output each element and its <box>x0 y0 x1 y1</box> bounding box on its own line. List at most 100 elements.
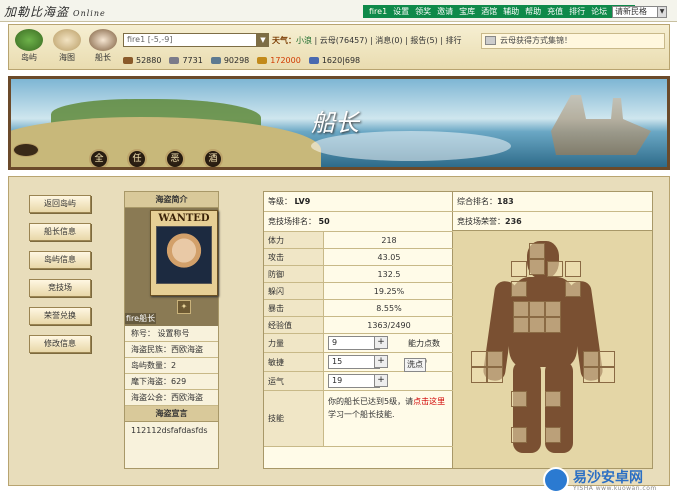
server-select-value: 请新民格 <box>615 7 647 16</box>
sidebar-return-island[interactable]: 返回岛屿 <box>29 195 91 213</box>
stat-label: 暴击 <box>264 300 324 316</box>
pirate-profile-title: 海盗简介 <box>125 192 218 208</box>
stat-label: 躲闪 <box>264 283 324 299</box>
equip-slot-chest-5[interactable] <box>529 317 545 333</box>
top-nav-invite[interactable]: 邀请 <box>434 6 456 17</box>
equip-slot-hand-right-4[interactable] <box>599 367 615 383</box>
strength-input[interactable]: 9 <box>328 336 380 350</box>
resource-iron-value: 7731 <box>182 55 203 65</box>
skill-row: 技能 你的船长已达到5级，请点击这里学习一个船长技能. <box>264 391 454 447</box>
watermark-logo-icon <box>543 467 569 493</box>
reset-points-button[interactable]: 洗点 <box>404 358 426 372</box>
top-nav-help[interactable]: 帮助 <box>522 6 544 17</box>
site-logo[interactable]: 加勒比海盗 Online <box>4 3 106 20</box>
learn-skill-link[interactable]: 点击这里 <box>413 397 445 406</box>
chevron-down-icon[interactable]: ▼ <box>257 33 269 47</box>
equip-slot-hand-right-1[interactable] <box>583 351 599 367</box>
notice-banner[interactable]: 云母获得方式集锦！ <box>481 33 665 49</box>
level-row: 等级： LV9 <box>264 192 454 212</box>
agility-input[interactable]: 15 <box>328 355 380 369</box>
captain-name: fire船长 <box>125 313 157 324</box>
equip-slot-chest-3[interactable] <box>545 301 561 317</box>
equip-slot-leg-right-2[interactable] <box>545 427 561 443</box>
equip-slot-extra[interactable] <box>565 261 581 277</box>
strength-plus-button[interactable]: + <box>374 336 388 349</box>
arena-rank-label: 竞技场排名： <box>268 217 316 226</box>
equip-slot-hand-left-2[interactable] <box>487 351 503 367</box>
stat-value: 132.5 <box>377 269 401 279</box>
equip-slot-shoulder-right[interactable] <box>547 261 563 277</box>
equip-slot-hand-left-4[interactable] <box>487 367 503 383</box>
ship-wheel-icon[interactable]: ✦ <box>177 300 191 314</box>
reports-link[interactable]: 报告(5) <box>410 36 437 45</box>
equip-slot-chest-6[interactable] <box>545 317 561 333</box>
game-header: 岛屿 海图 船长 fire1 [-5,-9] ▼ 天气：小浪 | 云母(7645… <box>8 24 670 70</box>
stat-row-critical: 暴击 8.55% <box>264 300 454 317</box>
equip-slot-chest-4[interactable] <box>513 317 529 333</box>
site-watermark: 易沙安卓网 YISHA www.kuowan.com <box>543 467 671 497</box>
banner-button-task[interactable]: 任 <box>127 149 147 167</box>
messages-link[interactable]: 消息(0) <box>375 36 402 45</box>
equip-slot-hand-right-3[interactable] <box>583 367 599 383</box>
equip-slot-hand-left-3[interactable] <box>471 367 487 383</box>
equip-slot-leg-left-1[interactable] <box>511 391 527 407</box>
sidebar-arena[interactable]: 竞技场 <box>29 279 91 297</box>
chevron-down-icon[interactable]: ▼ <box>657 7 666 17</box>
equipment-panel <box>453 231 653 469</box>
equip-slot-hand-right-2[interactable] <box>599 351 615 367</box>
island-select-value: fire1 [-5,-9] <box>127 35 173 44</box>
pirate-guild-row: 海盗公会：西欧海盗 <box>125 390 218 406</box>
equip-slot-leg-left-2[interactable] <box>511 427 527 443</box>
resource-gold: 172000 <box>257 56 301 65</box>
skill-text-2: 学习一个船长技能. <box>328 410 395 419</box>
top-nav-treasury[interactable]: 宝库 <box>456 6 478 17</box>
equip-slot-chest-1[interactable] <box>513 301 529 317</box>
agility-plus-button[interactable]: + <box>374 355 388 368</box>
ranking-link[interactable]: 排行 <box>446 36 462 45</box>
top-nav-forum[interactable]: 论坛 <box>588 6 610 17</box>
nav-island[interactable]: 岛屿 <box>13 29 45 63</box>
pirate-title-row[interactable]: 称号： 设置称号 <box>125 326 218 342</box>
top-nav-settings[interactable]: 设置 <box>390 6 412 17</box>
skill-text-1: 你的船长已达到5级，请 <box>328 397 414 406</box>
sidebar-island-info[interactable]: 岛屿信息 <box>29 251 91 269</box>
stat-row-stamina: 体力 218 <box>264 232 454 249</box>
equip-slot-arm-right[interactable] <box>565 281 581 297</box>
sidebar-edit-info[interactable]: 修改信息 <box>29 335 91 353</box>
resource-population-value: 1620|698 <box>321 55 361 65</box>
top-nav-reward[interactable]: 领奖 <box>412 6 434 17</box>
sidebar-captain-info[interactable]: 船长信息 <box>29 223 91 241</box>
luck-input[interactable]: 19 <box>328 374 380 388</box>
nav-captain[interactable]: 船长 <box>87 29 119 63</box>
top-nav-user[interactable]: fire1 <box>366 7 390 16</box>
equip-slot-arm-left[interactable] <box>511 281 527 297</box>
pirate-island-count-row: 岛屿数量：2 <box>125 358 218 374</box>
top-nav-assist[interactable]: 辅助 <box>500 6 522 17</box>
captain-stats: 等级： LV9 竞技场排名： 50 体力 218 攻击 43.05 防御 132.5 … <box>263 191 454 469</box>
weather-value: 小浪 <box>296 36 312 45</box>
nav-sea-map[interactable]: 海图 <box>51 29 83 63</box>
island-select[interactable]: fire1 [-5,-9] <box>123 33 257 47</box>
top-nav-ranking[interactable]: 排行 <box>566 6 588 17</box>
equip-slot-shoulder-left[interactable] <box>511 261 527 277</box>
equip-slot-hand-left-1[interactable] <box>471 351 487 367</box>
top-nav-tavern[interactable]: 酒馆 <box>478 6 500 17</box>
captain-portrait <box>156 226 212 284</box>
server-select[interactable]: 请新民格 ▼ <box>612 6 667 18</box>
stone-icon <box>210 56 221 64</box>
banner-button-evil[interactable]: 恶 <box>165 149 185 167</box>
banner-button-tavern[interactable]: 酒 <box>203 149 223 167</box>
resource-population: 1620|698 <box>308 55 361 65</box>
top-nav-recharge[interactable]: 充值 <box>544 6 566 17</box>
banner-button-all[interactable]: 全 <box>89 149 109 167</box>
equip-slot-chest-2[interactable] <box>529 301 545 317</box>
sidebar-honor-exchange[interactable]: 荣誉兑换 <box>29 307 91 325</box>
equip-slot-head[interactable] <box>529 243 545 259</box>
equip-slot-face[interactable] <box>529 259 545 275</box>
gold-icon <box>257 56 268 64</box>
overall-rank-row: 综合排名：183 <box>453 192 652 212</box>
luck-plus-button[interactable]: + <box>374 374 388 387</box>
yunmu-link[interactable]: 云母(76457) <box>320 36 368 45</box>
nav-sea-map-label: 海图 <box>59 53 75 62</box>
equip-slot-leg-right-1[interactable] <box>545 391 561 407</box>
